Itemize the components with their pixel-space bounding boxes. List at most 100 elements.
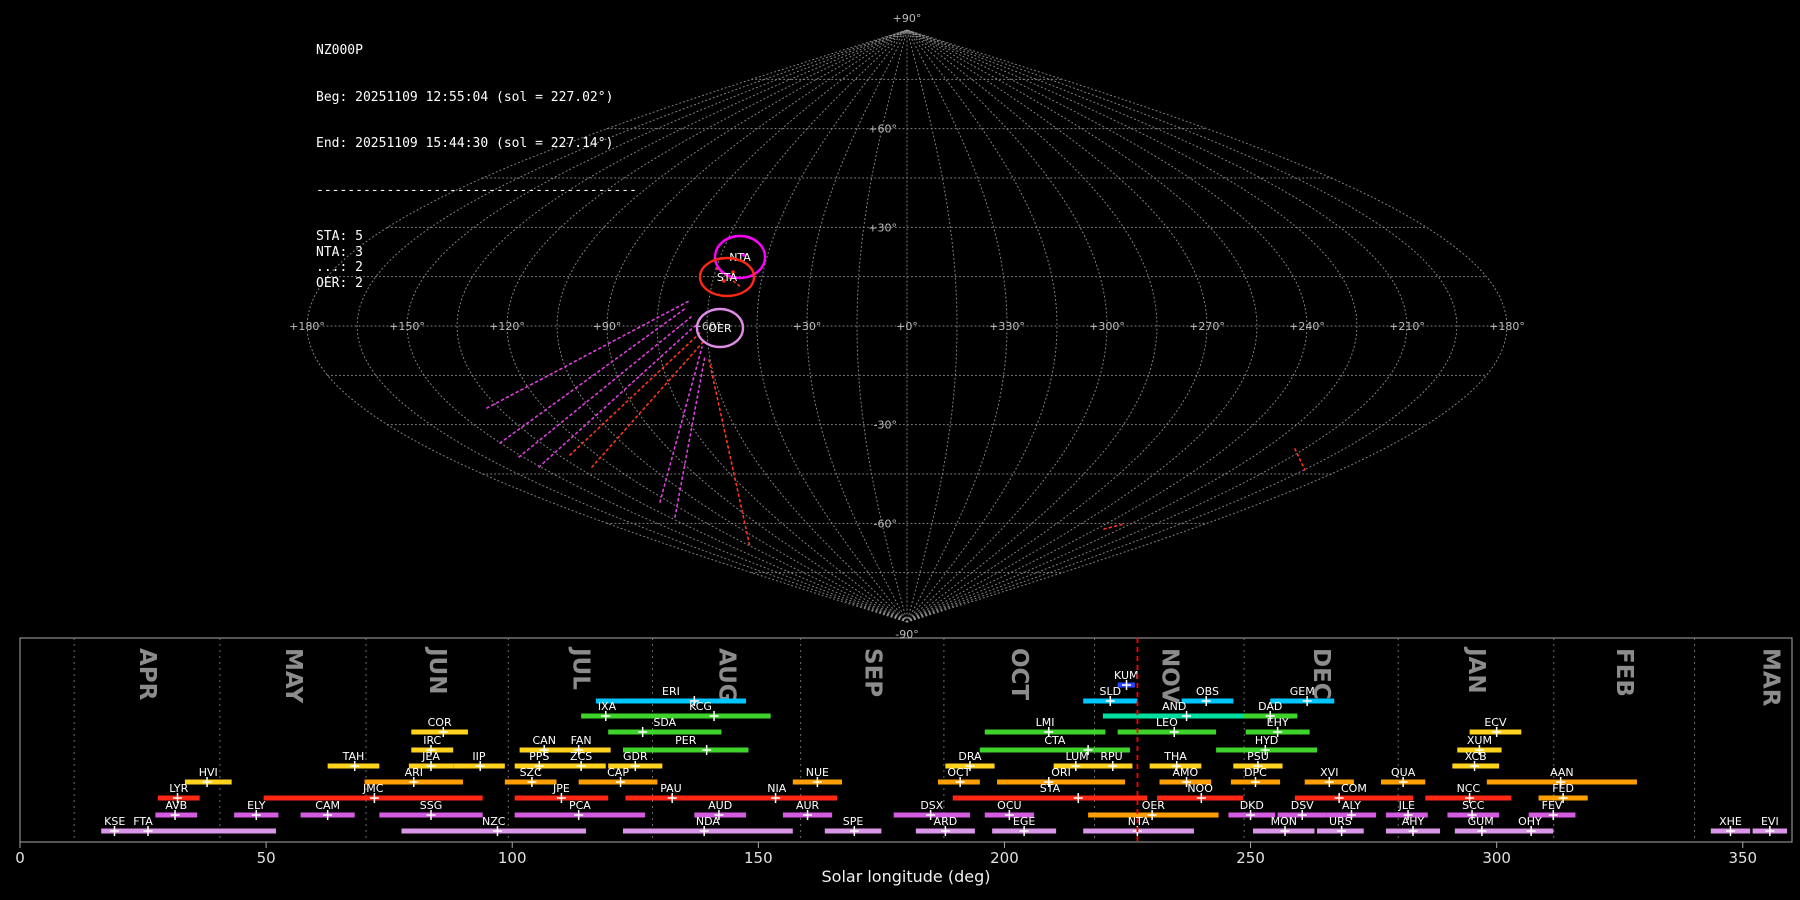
- shower-label-ELY: ELY: [247, 799, 266, 812]
- shower-label-DAD: DAD: [1258, 700, 1282, 713]
- plot-canvas: +90°+60°+30°-30°-60°-90°+180° +150° +120° +…: [15, 12, 1793, 886]
- shower-label-NIA: NIA: [767, 782, 786, 795]
- x-tick-label: 250: [1236, 849, 1265, 867]
- shower-label-ARI: ARI: [405, 766, 423, 779]
- shower-count-line: ...: 2: [316, 260, 363, 275]
- map-longitude-label: +30°: [793, 320, 822, 333]
- meteor-trail: [708, 359, 751, 548]
- map-longitude-label: +180°: [1489, 320, 1525, 333]
- shower-label-EVI: EVI: [1761, 815, 1779, 828]
- map-latitude-label: -60°: [874, 517, 897, 530]
- month-label-MAR: MAR: [1757, 648, 1783, 707]
- shower-label-SDA: SDA: [653, 716, 676, 729]
- map-longitude-label: +330°: [989, 320, 1025, 333]
- radiant-label-STA: STA: [717, 271, 738, 284]
- shower-label-GUM: GUM: [1468, 815, 1494, 828]
- shower-label-OCT: OCT: [947, 766, 970, 779]
- shower-count-line: NTA: 3: [316, 244, 363, 260]
- shower-label-ZCS: ZCS: [570, 750, 592, 763]
- meteor-trail: [518, 316, 692, 458]
- shower-count-line: OER: 2: [316, 275, 363, 291]
- x-tick-label: 350: [1728, 849, 1757, 867]
- meteor-radiant-viewer: +90° +60° +30° -30° -60° -90° +180° +150° +120° +…: [0, 0, 1800, 900]
- shower-label-NZC: NZC: [482, 815, 506, 828]
- shower-bar-SDA: [608, 729, 722, 735]
- x-tick-label: 200: [990, 849, 1019, 867]
- x-tick-label: 150: [744, 849, 773, 867]
- shower-label-NTA: NTA: [1128, 815, 1150, 828]
- end-time: End: 20251109 15:44:30 (sol = 227.14°): [316, 136, 614, 151]
- shower-label-LEO: LEO: [1156, 716, 1178, 729]
- shower-label-AAN: AAN: [1550, 766, 1574, 779]
- map-longitude-label: +300°: [1089, 320, 1125, 333]
- shower-label-CAP: CAP: [607, 766, 629, 779]
- shower-label-COM: COM: [1341, 782, 1367, 795]
- shower-count-line: STA: 5: [316, 229, 363, 244]
- shower-label-RPU: RPU: [1100, 750, 1122, 763]
- shower-label-SPE: SPE: [843, 815, 864, 828]
- shower-label-XCB: XCB: [1465, 750, 1487, 763]
- month-label-SEP: SEP: [859, 648, 885, 697]
- shower-label-CAM: CAM: [315, 799, 340, 812]
- shower-label-IRC: IRC: [423, 734, 441, 747]
- month-label-JAN: JAN: [1463, 646, 1489, 694]
- shower-label-AUR: AUR: [796, 799, 820, 812]
- shower-label-AVB: AVB: [165, 799, 187, 812]
- x-tick-label: 50: [257, 849, 276, 867]
- month-label-AUG: AUG: [714, 648, 740, 703]
- shower-bar-KCG: [630, 713, 771, 719]
- shower-counts: STA: 5 NTA: 3...: 2 OER: 2: [316, 229, 637, 291]
- map-latitude-label: -30°: [874, 419, 897, 432]
- shower-label-OHY: OHY: [1518, 815, 1542, 828]
- shower-label-FAN: FAN: [571, 734, 592, 747]
- shower-bar-ORI: [997, 779, 1126, 785]
- shower-label-ERI: ERI: [662, 685, 680, 698]
- shower-label-URS: URS: [1329, 815, 1352, 828]
- shower-label-AND: AND: [1162, 700, 1186, 713]
- shower-label-KSE: KSE: [104, 815, 125, 828]
- shower-label-CAN: CAN: [532, 734, 555, 747]
- shower-label-NCC: NCC: [1457, 782, 1481, 795]
- shower-label-EHY: EHY: [1267, 716, 1289, 729]
- shower-label-MON: MON: [1271, 815, 1297, 828]
- radiant-label-OER: OER: [708, 322, 732, 335]
- shower-label-ECV: ECV: [1484, 716, 1507, 729]
- shower-label-FEV: FEV: [1542, 799, 1563, 812]
- shower-label-AMO: AMO: [1172, 766, 1198, 779]
- shower-label-LUM: LUM: [1065, 750, 1088, 763]
- shower-label-DSV: DSV: [1291, 799, 1314, 812]
- month-label-MAY: MAY: [280, 648, 306, 703]
- station-code: NZ000P: [316, 43, 363, 58]
- shower-label-DSX: DSX: [920, 799, 943, 812]
- meteor-trail: [1294, 448, 1306, 471]
- shower-label-COR: COR: [428, 716, 452, 729]
- month-label-FEB: FEB: [1611, 648, 1637, 697]
- shower-bar-LEO: [1117, 729, 1217, 735]
- x-axis-title: Solar longitude (deg): [822, 867, 991, 886]
- x-tick-label: 0: [15, 849, 25, 867]
- shower-label-HVI: HVI: [199, 766, 218, 779]
- shower-label-SSG: SSG: [420, 799, 443, 812]
- month-label-JUL: JUL: [567, 646, 593, 690]
- shower-label-OER: OER: [1142, 799, 1166, 812]
- map-latitude-label: +90°: [893, 12, 922, 25]
- shower-label-NOO: NOO: [1187, 782, 1213, 795]
- meteor-trail: [569, 332, 701, 456]
- shower-label-KUM: KUM: [1114, 669, 1138, 682]
- shower-label-GDR: GDR: [623, 750, 648, 763]
- shower-label-SLD: SLD: [1099, 685, 1121, 698]
- shower-label-DPC: DPC: [1244, 766, 1267, 779]
- shower-label-LMI: LMI: [1036, 716, 1055, 729]
- shower-label-FED: FED: [1552, 782, 1574, 795]
- shower-label-IXA: IXA: [598, 700, 617, 713]
- map-latitude-label: +60°: [868, 123, 897, 136]
- shower-label-IIP: IIP: [472, 750, 485, 763]
- meteor-trail: [674, 355, 706, 518]
- separator-line: ----------------------------------------…: [316, 182, 637, 198]
- map-latitude-label: +30°: [868, 221, 897, 234]
- shower-label-JEA: JEA: [421, 750, 440, 763]
- begin-time: Beg: 20251109 12:55:04 (sol = 227.02°): [316, 89, 614, 105]
- shower-label-SCC: SCC: [1462, 799, 1485, 812]
- month-label-OCT: OCT: [1006, 648, 1032, 700]
- shower-label-XHE: XHE: [1719, 815, 1742, 828]
